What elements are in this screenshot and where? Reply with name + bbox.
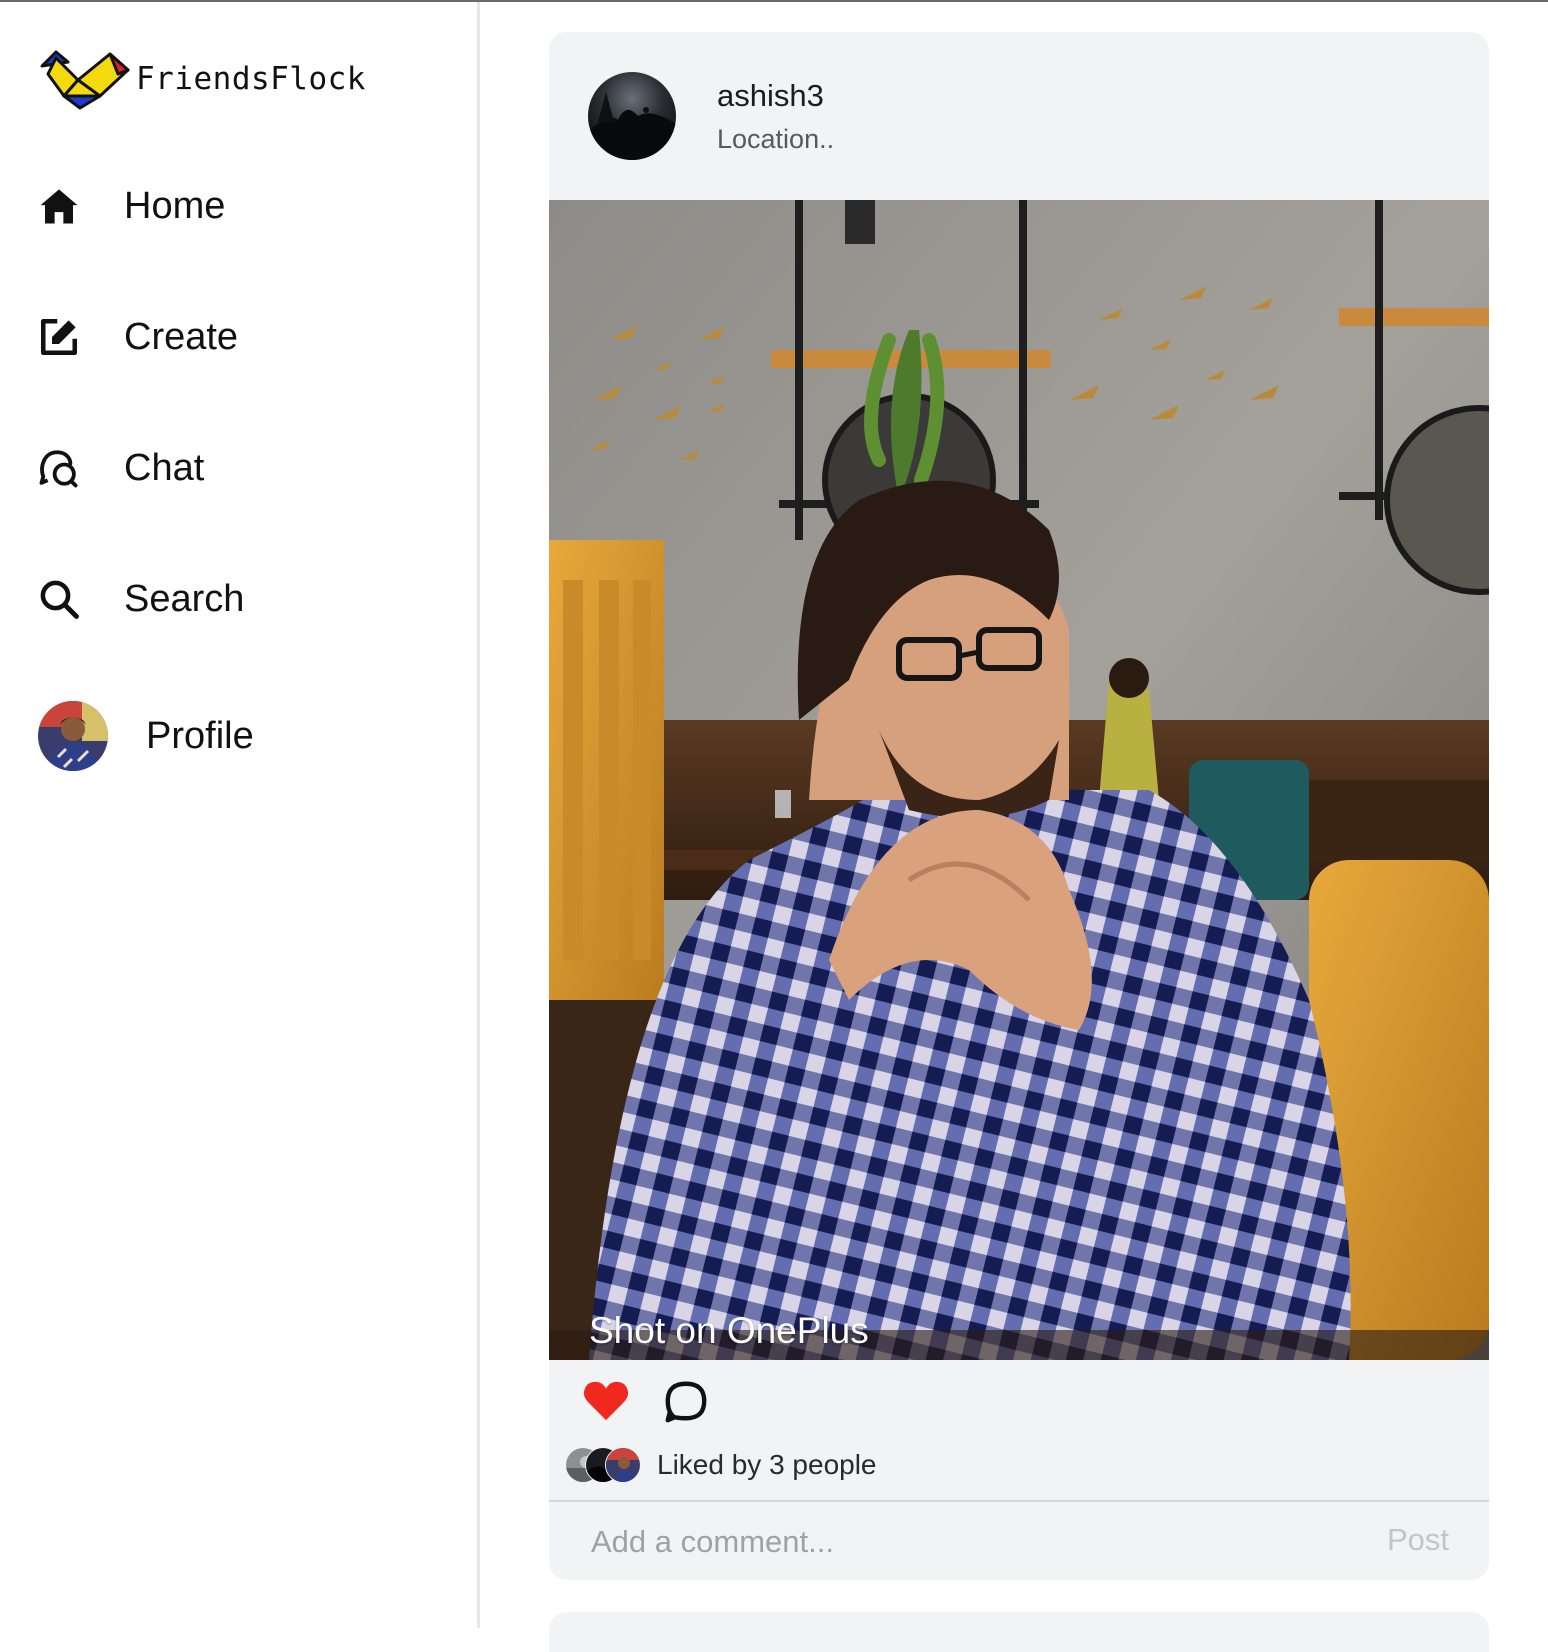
sidebar-item-label: Chat [124, 446, 205, 489]
comment-input[interactable] [589, 1516, 1313, 1568]
sidebar-item-label: Profile [146, 714, 254, 757]
like-button[interactable] [583, 1380, 629, 1422]
sidebar-item-chat[interactable]: Chat [38, 444, 204, 492]
image-watermark: Shot on OnePlus [589, 1310, 869, 1351]
sidebar-item-label: Search [124, 577, 245, 620]
post-header: ashish3 Location.. [549, 32, 1489, 200]
sidebar: FriendsFlock Home Create Chat Search Pro… [0, 2, 480, 1628]
sidebar-item-create[interactable]: Create [38, 313, 238, 361]
search-icon [38, 575, 86, 623]
avatar [605, 1447, 641, 1483]
sidebar-item-profile[interactable]: Profile [38, 701, 254, 771]
post-image[interactable] [549, 200, 1489, 1360]
sidebar-item-home[interactable]: Home [38, 182, 225, 230]
post-author-avatar[interactable] [588, 72, 676, 160]
likes-summary[interactable]: Liked by 3 people [565, 1447, 877, 1483]
app-logo[interactable]: FriendsFlock [38, 48, 366, 110]
chat-icon [38, 444, 86, 492]
post-card: ashish3 Location.. Shot on OnePlus Liked… [549, 32, 1489, 1580]
post-actions [549, 1360, 1489, 1440]
next-post-card [549, 1612, 1489, 1652]
post-location: Location.. [717, 124, 835, 154]
bird-logo-icon [40, 50, 130, 110]
sidebar-item-label: Create [124, 315, 239, 358]
home-icon [38, 182, 86, 230]
post-username[interactable]: ashish3 [717, 78, 824, 114]
liker-avatars [565, 1447, 645, 1483]
heart-filled-icon [583, 1381, 629, 1421]
app-name: FriendsFlock [136, 61, 366, 97]
comment-bar: Post [549, 1500, 1489, 1580]
sidebar-item-search[interactable]: Search [38, 575, 244, 623]
speech-bubble-icon [665, 1381, 707, 1423]
comment-button[interactable] [663, 1378, 709, 1424]
sidebar-item-label: Home [124, 184, 226, 227]
post-comment-button[interactable]: Post [1387, 1522, 1449, 1558]
edit-icon [38, 313, 86, 361]
avatar [38, 701, 108, 771]
likes-count-text: Liked by 3 people [657, 1449, 877, 1480]
